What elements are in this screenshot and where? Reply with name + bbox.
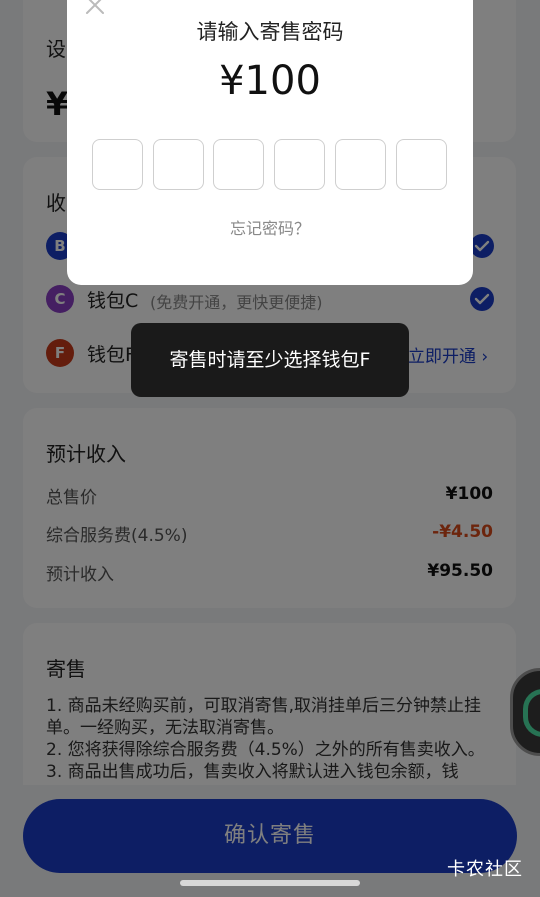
- pin-box-4[interactable]: [274, 139, 325, 190]
- close-icon[interactable]: [84, 0, 106, 16]
- pin-box-5[interactable]: [335, 139, 386, 190]
- forgot-password-link[interactable]: 忘记密码？: [67, 215, 473, 239]
- password-modal: 请输入寄售密码 ¥100 忘记密码？: [67, 0, 473, 285]
- pin-box-1[interactable]: [92, 139, 143, 190]
- toast-message: 寄售时请至少选择钱包F: [131, 323, 409, 397]
- pin-box-6[interactable]: [396, 139, 447, 190]
- pin-box-3[interactable]: [213, 139, 264, 190]
- home-indicator[interactable]: [180, 880, 360, 886]
- pin-box-2[interactable]: [153, 139, 204, 190]
- watermark-text: 卡农社区: [447, 859, 523, 880]
- modal-amount: ¥100: [219, 58, 321, 104]
- modal-title: 请输入寄售密码: [196, 20, 344, 44]
